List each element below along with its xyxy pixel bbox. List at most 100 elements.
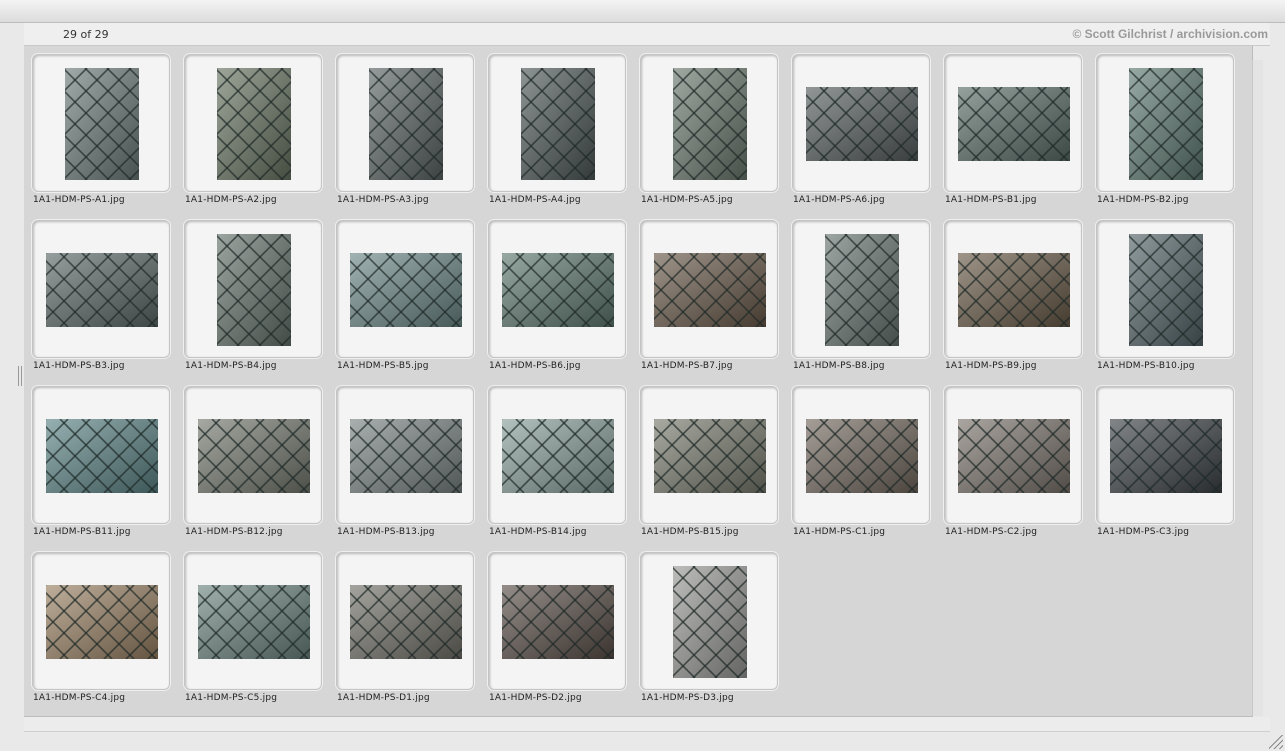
- thumbnail-item[interactable]: 1A1-HDM-PS-A3.jpg: [336, 54, 476, 220]
- slide-mount[interactable]: [488, 552, 626, 690]
- slide-mount[interactable]: [488, 54, 626, 192]
- slide-mount[interactable]: [792, 220, 930, 358]
- thumbnail-image[interactable]: [958, 87, 1070, 161]
- thumbnail-image[interactable]: [654, 419, 766, 493]
- thumbnail-image[interactable]: [1110, 419, 1222, 493]
- slide-mount[interactable]: [336, 54, 474, 192]
- thumbnail-filename: 1A1-HDM-PS-A4.jpg: [489, 195, 581, 205]
- thumbnail-filename: 1A1-HDM-PS-B10.jpg: [1097, 361, 1195, 371]
- thumbnail-image[interactable]: [502, 253, 614, 327]
- thumbnail-filename: 1A1-HDM-PS-B2.jpg: [1097, 195, 1189, 205]
- thumbnail-image[interactable]: [350, 253, 462, 327]
- thumbnail-image[interactable]: [1129, 234, 1203, 346]
- thumbnail-item[interactable]: 1A1-HDM-PS-D1.jpg: [336, 552, 476, 718]
- slide-mount[interactable]: [944, 220, 1082, 358]
- top-toolbar: [0, 0, 1285, 23]
- slide-mount[interactable]: [640, 220, 778, 358]
- thumbnail-image[interactable]: [1129, 68, 1203, 180]
- slide-mount[interactable]: [336, 386, 474, 524]
- slide-mount[interactable]: [184, 386, 322, 524]
- thumbnail-item[interactable]: 1A1-HDM-PS-B2.jpg: [1096, 54, 1236, 220]
- thumbnail-item[interactable]: 1A1-HDM-PS-A1.jpg: [32, 54, 172, 220]
- slide-mount[interactable]: [1096, 54, 1234, 192]
- thumbnail-image[interactable]: [673, 566, 747, 678]
- thumbnail-item[interactable]: 1A1-HDM-PS-B7.jpg: [640, 220, 780, 386]
- thumbnail-image[interactable]: [502, 419, 614, 493]
- thumbnail-item[interactable]: 1A1-HDM-PS-C1.jpg: [792, 386, 932, 552]
- thumbnail-item[interactable]: 1A1-HDM-PS-D3.jpg: [640, 552, 780, 718]
- thumbnail-item[interactable]: 1A1-HDM-PS-B13.jpg: [336, 386, 476, 552]
- slide-mount[interactable]: [944, 54, 1082, 192]
- thumbnail-image[interactable]: [198, 419, 310, 493]
- thumbnail-item[interactable]: 1A1-HDM-PS-B4.jpg: [184, 220, 324, 386]
- resize-grip-icon[interactable]: [1269, 735, 1283, 749]
- thumbnail-item[interactable]: 1A1-HDM-PS-B12.jpg: [184, 386, 324, 552]
- slide-mount[interactable]: [336, 552, 474, 690]
- thumbnail-item[interactable]: 1A1-HDM-PS-A6.jpg: [792, 54, 932, 220]
- thumbnail-image[interactable]: [673, 68, 747, 180]
- slide-mount[interactable]: [1096, 220, 1234, 358]
- thumbnail-item[interactable]: 1A1-HDM-PS-B6.jpg: [488, 220, 628, 386]
- slide-mount[interactable]: [944, 386, 1082, 524]
- thumbnail-image[interactable]: [958, 253, 1070, 327]
- thumbnail-image[interactable]: [350, 585, 462, 659]
- thumbnail-image[interactable]: [350, 419, 462, 493]
- slide-mount[interactable]: [640, 54, 778, 192]
- slide-mount[interactable]: [792, 386, 930, 524]
- thumbnail-item[interactable]: 1A1-HDM-PS-C5.jpg: [184, 552, 324, 718]
- thumbnail-item[interactable]: 1A1-HDM-PS-A5.jpg: [640, 54, 780, 220]
- slide-mount[interactable]: [792, 54, 930, 192]
- slide-mount[interactable]: [336, 220, 474, 358]
- slide-mount[interactable]: [488, 220, 626, 358]
- thumbnail-item[interactable]: 1A1-HDM-PS-B1.jpg: [944, 54, 1084, 220]
- slide-mount[interactable]: [32, 386, 170, 524]
- thumbnail-image[interactable]: [46, 253, 158, 327]
- thumbnail-item[interactable]: 1A1-HDM-PS-C2.jpg: [944, 386, 1084, 552]
- thumbnail-item[interactable]: 1A1-HDM-PS-A4.jpg: [488, 54, 628, 220]
- splitter-handle[interactable]: [18, 366, 22, 386]
- thumbnail-item[interactable]: 1A1-HDM-PS-B11.jpg: [32, 386, 172, 552]
- thumbnail-filename: 1A1-HDM-PS-B11.jpg: [33, 527, 131, 537]
- vertical-scrollbar[interactable]: [1252, 60, 1263, 716]
- thumbnail-image[interactable]: [806, 419, 918, 493]
- slide-mount[interactable]: [184, 220, 322, 358]
- slide-mount[interactable]: [32, 552, 170, 690]
- thumbnail-image[interactable]: [654, 253, 766, 327]
- thumbnail-filename: 1A1-HDM-PS-C2.jpg: [945, 527, 1038, 537]
- thumbnail-image[interactable]: [958, 419, 1070, 493]
- thumbnail-image[interactable]: [46, 419, 158, 493]
- thumbnail-image[interactable]: [217, 234, 291, 346]
- thumbnail-item[interactable]: 1A1-HDM-PS-A2.jpg: [184, 54, 324, 220]
- thumbnail-item[interactable]: 1A1-HDM-PS-B10.jpg: [1096, 220, 1236, 386]
- thumbnail-image[interactable]: [502, 585, 614, 659]
- thumbnail-item[interactable]: 1A1-HDM-PS-C4.jpg: [32, 552, 172, 718]
- thumbnail-image[interactable]: [369, 68, 443, 180]
- thumbnail-item[interactable]: 1A1-HDM-PS-B8.jpg: [792, 220, 932, 386]
- thumbnail-image[interactable]: [65, 68, 139, 180]
- thumbnail-filename: 1A1-HDM-PS-B15.jpg: [641, 527, 739, 537]
- slide-mount[interactable]: [32, 220, 170, 358]
- slide-mount[interactable]: [184, 552, 322, 690]
- thumbnail-image[interactable]: [521, 68, 595, 180]
- thumbnail-item[interactable]: 1A1-HDM-PS-B14.jpg: [488, 386, 628, 552]
- thumbnail-image[interactable]: [217, 68, 291, 180]
- thumbnail-image[interactable]: [825, 234, 899, 346]
- slide-mount[interactable]: [640, 552, 778, 690]
- thumbnail-item[interactable]: 1A1-HDM-PS-B5.jpg: [336, 220, 476, 386]
- slide-mount[interactable]: [184, 54, 322, 192]
- thumbnail-item[interactable]: 1A1-HDM-PS-D2.jpg: [488, 552, 628, 718]
- slide-mount[interactable]: [640, 386, 778, 524]
- thumbnail-item[interactable]: 1A1-HDM-PS-B15.jpg: [640, 386, 780, 552]
- slide-mount[interactable]: [1096, 386, 1234, 524]
- thumbnail-item[interactable]: 1A1-HDM-PS-B9.jpg: [944, 220, 1084, 386]
- thumbnail-image[interactable]: [46, 585, 158, 659]
- thumbnail-filename: 1A1-HDM-PS-B6.jpg: [489, 361, 581, 371]
- thumbnail-item[interactable]: 1A1-HDM-PS-B3.jpg: [32, 220, 172, 386]
- thumbnail-item[interactable]: 1A1-HDM-PS-C3.jpg: [1096, 386, 1236, 552]
- thumbnail-image[interactable]: [198, 585, 310, 659]
- slide-mount[interactable]: [32, 54, 170, 192]
- slide-mount[interactable]: [488, 386, 626, 524]
- thumbnail-filename: 1A1-HDM-PS-B4.jpg: [185, 361, 277, 371]
- thumbnail-filename: 1A1-HDM-PS-D2.jpg: [489, 693, 582, 703]
- thumbnail-image[interactable]: [806, 87, 918, 161]
